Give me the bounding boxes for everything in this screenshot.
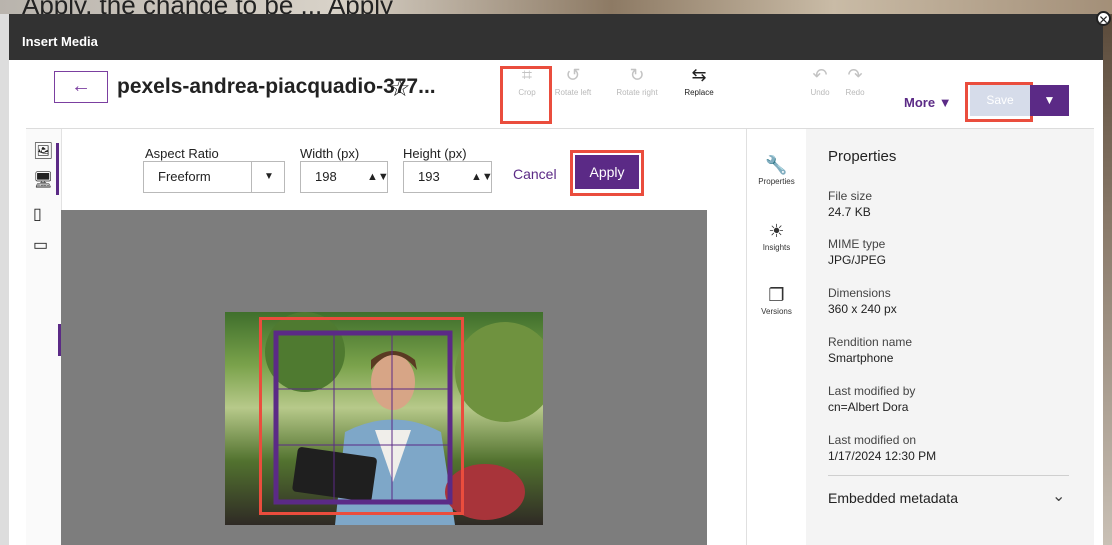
mime-type-value: JPG/JPEG (828, 253, 887, 267)
back-button[interactable]: ← (54, 71, 108, 103)
rendition-name-key: Rendition name (828, 335, 913, 349)
tab-properties[interactable]: 🔧 Properties (747, 153, 806, 186)
height-label: Height (px) (403, 146, 467, 161)
mime-type-key: MIME type (828, 237, 886, 251)
last-modified-by-value: cn=Albert Dora (828, 400, 909, 414)
rotate-left-label: Rotate left (554, 88, 592, 97)
last-modified-by-key: Last modified by (828, 384, 916, 398)
background-left (0, 14, 9, 545)
redo-icon: ↷ (847, 65, 863, 85)
arrow-left-icon: ← (71, 75, 91, 97)
crop-highlight-box (259, 317, 464, 515)
background-strip: Apply, the change to be ... Apply (0, 0, 1112, 14)
versions-icon: ❐ (768, 285, 785, 305)
aspect-ratio-label: Aspect Ratio (145, 146, 219, 161)
crop-highlight (500, 66, 552, 124)
file-name: pexels-andrea-piacquadio-377... (117, 75, 436, 98)
aspect-ratio-value: Freeform (158, 169, 211, 184)
file-size-key: File size (828, 189, 873, 203)
dimensions-key: Dimensions (828, 286, 891, 300)
redo-label: Redo (845, 88, 865, 97)
rotate-left-icon: ↺ (565, 65, 581, 85)
star-icon[interactable]: ☆ (389, 74, 411, 103)
cancel-button[interactable]: Cancel (513, 166, 557, 182)
rotate-left-button[interactable]: ↺ Rotate left (550, 62, 596, 117)
properties-panel: Properties File size 24.7 KB MIME type J… (806, 129, 1094, 545)
aspect-ratio-select[interactable]: Freeform ▼ (143, 161, 285, 193)
apply-highlight (570, 150, 644, 196)
chevron-down-icon[interactable]: ⌄ (1052, 486, 1065, 506)
replace-button[interactable]: ⇆ Replace (679, 62, 719, 117)
redo-button[interactable]: ↷ Redo (843, 62, 867, 117)
more-label: More (904, 95, 936, 110)
panel-divider (828, 475, 1069, 476)
dialog-title: Insert Media (22, 34, 98, 49)
last-modified-on-key: Last modified on (828, 433, 917, 447)
caret-down-icon: ▼ (938, 95, 952, 110)
file-size-value: 24.7 KB (828, 205, 871, 219)
tab-insights[interactable]: ☀ Insights (747, 219, 806, 252)
image-icon[interactable]: 🖼 (33, 141, 53, 161)
save-options-button[interactable]: ▼ (1030, 85, 1069, 116)
phone-icon[interactable]: ▯ (33, 204, 42, 224)
tab-versions-label: Versions (761, 307, 792, 316)
save-highlight (965, 82, 1033, 122)
chevron-down-icon: ▼ (251, 162, 286, 192)
dialog-titlebar: Insert Media (9, 14, 1103, 60)
wrench-icon: 🔧 (765, 155, 788, 175)
tab-insights-label: Insights (762, 243, 791, 252)
rotate-right-button[interactable]: ↻ Rotate right (612, 62, 662, 117)
undo-button[interactable]: ↶ Undo (810, 62, 830, 117)
sun-icon: ☀ (768, 221, 785, 241)
more-menu[interactable]: More ▼ (904, 95, 952, 110)
dimensions-value: 360 x 240 px (828, 302, 897, 316)
tab-selection-indicator (56, 143, 59, 195)
tablet-icon[interactable]: ▭ (33, 235, 48, 255)
caret-down-icon: ▼ (1043, 93, 1056, 107)
rotate-right-label: Rotate right (616, 88, 658, 97)
embedded-metadata-toggle[interactable]: Embedded metadata (828, 490, 958, 506)
height-value: 193 (418, 169, 440, 184)
undo-icon: ↶ (812, 65, 828, 85)
desktop-icon[interactable]: 🖥 (33, 170, 53, 190)
tab-versions[interactable]: ❐ Versions (747, 283, 806, 316)
close-circle-icon[interactable]: ✕ (1096, 11, 1111, 27)
rotate-right-icon: ↻ (629, 65, 645, 85)
stepper-icon[interactable]: ▲▼ (471, 162, 493, 192)
width-label: Width (px) (300, 146, 360, 161)
last-modified-on-value: 1/17/2024 12:30 PM (828, 449, 937, 463)
width-value: 198 (315, 169, 337, 184)
width-input[interactable]: 198 ▲▼ (300, 161, 389, 193)
undo-label: Undo (810, 88, 830, 97)
sidebar-tabs: 🔧 Properties ☀ Insights ❐ Versions (746, 129, 807, 545)
height-input[interactable]: 193 ▲▼ (403, 161, 493, 193)
rendition-name-value: Smartphone (828, 351, 894, 365)
replace-icon: ⇆ (691, 65, 707, 85)
background-right (1103, 14, 1112, 545)
replace-label: Replace (684, 88, 714, 97)
stepper-icon[interactable]: ▲▼ (367, 162, 389, 192)
properties-heading: Properties (828, 148, 897, 165)
background-text: Apply, the change to be ... Apply (22, 0, 393, 14)
tab-properties-label: Properties (758, 177, 795, 186)
